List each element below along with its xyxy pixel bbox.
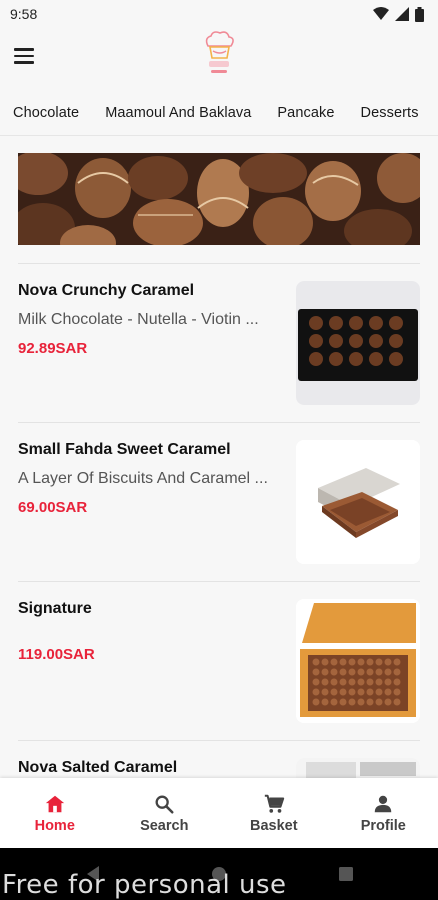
product-card[interactable]: Signature 119.00SAR [18,581,420,740]
product-image[interactable] [296,281,420,405]
app-bar [0,28,438,86]
status-time: 9:58 [10,6,38,22]
nav-home-label: Home [34,817,75,834]
product-image[interactable] [296,440,420,564]
category-tabs: Chocolate Maamoul And Baklava Pancake De… [0,94,438,136]
product-card[interactable]: Small Fahda Sweet Caramel A Layer Of Bis… [18,422,420,581]
tab-pancake[interactable]: Pancake [264,95,347,135]
search-icon [155,795,174,814]
nav-basket[interactable]: Basket [219,778,329,848]
product-name: Small Fahda Sweet Caramel [18,441,231,458]
product-image[interactable] [296,599,420,723]
cart-icon [264,794,284,813]
product-name: Signature [18,600,92,617]
tab-desserts[interactable]: Desserts [348,95,432,135]
product-description: A Layer Of Biscuits And Caramel ... [18,470,268,487]
nav-profile[interactable]: Profile [329,778,438,848]
nav-home[interactable]: Home [0,778,110,848]
status-bar: 9:58 [0,0,438,28]
product-price: 69.00SAR [18,499,88,516]
wifi-icon [373,7,389,20]
recents-icon[interactable] [339,867,353,881]
chocolate-banner-image[interactable] [18,153,420,245]
menu-icon[interactable] [14,44,40,68]
nav-profile-label: Profile [360,817,406,834]
product-price: 92.89SAR [18,340,88,357]
nav-basket-label: Basket [249,817,298,834]
product-name: Nova Salted Caramel [18,759,178,776]
watermark-text: Free for personal use [2,870,287,900]
product-price: 119.00SAR [18,646,95,663]
tab-chocolate[interactable]: Chocolate [0,95,93,135]
signal-icon [395,7,409,21]
product-name: Nova Crunchy Caramel [18,282,195,299]
status-icons [373,6,424,22]
product-card[interactable]: Nova Crunchy Caramel Milk Chocolate - Nu… [18,263,420,422]
nav-search-label: Search [140,817,189,834]
battery-icon [415,6,424,22]
tab-maamoul-baklava[interactable]: Maamoul And Baklava [92,95,264,135]
bottom-nav: Home Search Basket Profile [0,778,438,848]
home-icon [45,795,64,812]
product-description: Milk Chocolate - Nutella - Viotin ... [18,311,259,328]
bakery-logo [205,31,234,73]
nav-search[interactable]: Search [110,778,220,848]
person-icon [375,795,392,812]
